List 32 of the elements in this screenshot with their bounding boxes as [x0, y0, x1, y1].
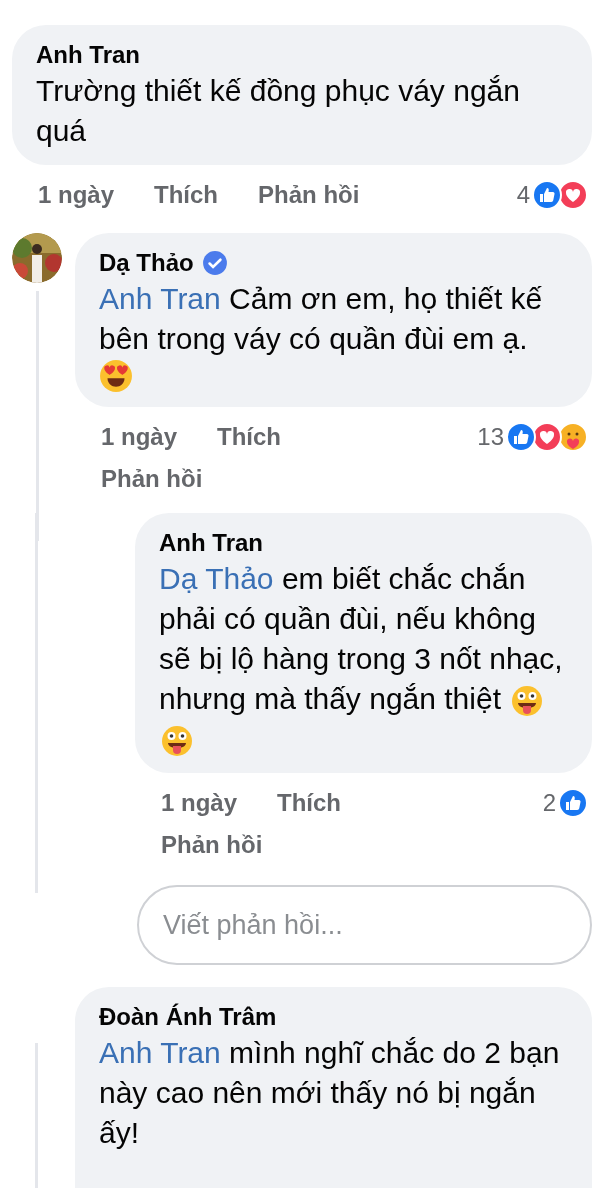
like-link[interactable]: Thích: [277, 785, 342, 821]
verified-badge-icon: [201, 250, 228, 276]
reply-link[interactable]: Phản hồi: [258, 177, 360, 213]
comment-text: Anh Tran Cảm ơn em, họ thiết kế bên trong váy có quần đùi em ạ.: [99, 281, 544, 357]
like-link[interactable]: Thích: [217, 419, 282, 455]
author-name[interactable]: Đoàn Ánh Trâm: [99, 1001, 568, 1033]
tongue-face-icon: [511, 685, 544, 718]
like-icon: [532, 180, 562, 210]
author-name[interactable]: Dạ Thảo: [99, 247, 194, 279]
comment-time[interactable]: 1 ngày: [101, 419, 178, 455]
mention-link[interactable]: Dạ Thảo: [159, 562, 274, 595]
hugging-face-icon: [558, 422, 588, 452]
comment-text: Trường thiết kế đồng phục váy ngắn quá: [36, 73, 521, 149]
reply-link[interactable]: Phản hồi: [161, 827, 263, 863]
comment-text: Dạ Thảo em biết chắc chắn phải có quần đùi, nếu không sẽ bị lộ hàng trong 3 nốt nhạc, nhưng mà thấy ngắn thiệt: [159, 559, 568, 759]
reply-field[interactable]: Viết phản hồi...: [137, 885, 592, 965]
like-icon: [558, 788, 588, 818]
author-name[interactable]: Anh Tran: [36, 39, 140, 71]
reply-link[interactable]: Phản hồi: [101, 461, 203, 497]
author-name[interactable]: Anh Tran: [159, 527, 263, 559]
heart-eyes-face-icon: [99, 359, 133, 393]
reaction-count[interactable]: 13: [477, 419, 504, 455]
reaction-count[interactable]: 4: [516, 177, 530, 213]
comment-time[interactable]: 1 ngày: [161, 785, 238, 821]
tongue-face-icon: [161, 725, 193, 758]
comment-text: Anh Tran mình nghĩ chắc do 2 bạn này cao nên mới thấy nó bị ngắn ấy!: [99, 1035, 561, 1151]
like-link[interactable]: Thích: [154, 177, 219, 213]
like-icon: [506, 422, 536, 452]
comment-time[interactable]: 1 ngày: [38, 177, 115, 213]
reaction-count[interactable]: 2: [542, 785, 556, 821]
mention-link[interactable]: Anh Tran: [99, 282, 221, 315]
mention-link[interactable]: Anh Tran: [99, 1036, 221, 1069]
